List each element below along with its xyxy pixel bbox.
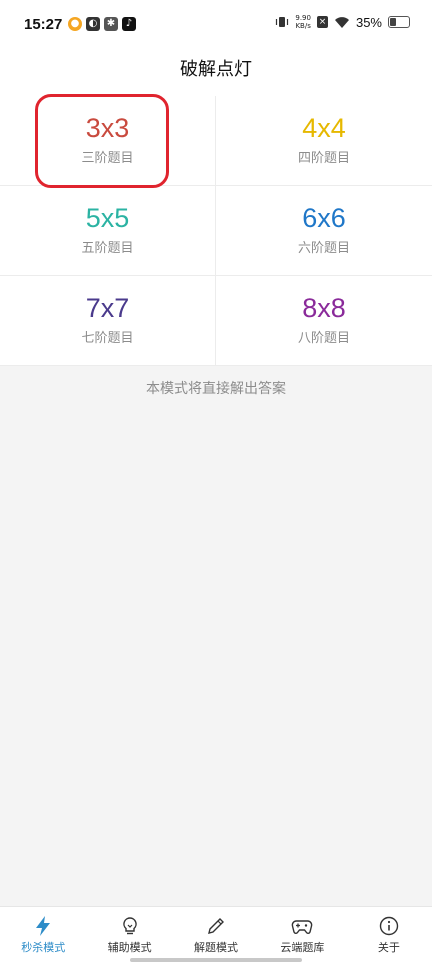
lightbulb-icon [122, 917, 137, 935]
wifi-icon [334, 16, 349, 28]
grid-item-size: 8x8 [302, 293, 346, 323]
grid-item-3x3[interactable]: 3x3 三阶题目 [0, 96, 216, 186]
grid-item-size: 4x4 [302, 113, 346, 143]
nav-item-instant-mode[interactable]: 秒杀模式 [0, 907, 86, 964]
gamepad-icon [292, 920, 313, 934]
status-time: 15:27 [24, 16, 63, 33]
page-title: 破解点灯 [180, 59, 252, 80]
info-icon [379, 916, 399, 936]
vibrate-icon [276, 17, 289, 27]
title-bar: 破解点灯 [0, 52, 432, 96]
grid-item-size: 6x6 [302, 203, 346, 233]
nav-item-cloud-library[interactable]: 云端题库 [259, 907, 345, 964]
screen: 15:27 ● ◐ ✱ ♪ 9.90 KB/s × 35% 破解点灯 3x3 三… [0, 0, 432, 964]
tiktok-notification-icon: ♪ [122, 17, 136, 31]
grid-item-size: 7x7 [85, 293, 130, 323]
no-sim-icon: × [316, 16, 328, 28]
net-speed-unit: KB/s [295, 22, 311, 30]
battery-icon [388, 16, 410, 28]
status-bar: 15:27 ● ◐ ✱ ♪ 9.90 KB/s × 35% [0, 0, 432, 52]
grid-item-label: 三阶题目 [81, 151, 134, 166]
grid-item-label: 七阶题目 [81, 331, 134, 346]
network-speed: 9.90 KB/s [295, 14, 311, 30]
lightning-icon [36, 916, 51, 936]
app-notification-icon: ◐ [86, 17, 100, 31]
grid-item-8x8[interactable]: 8x8 八阶题目 [216, 276, 432, 366]
grid-item-label: 五阶题目 [81, 241, 134, 256]
grid-item-6x6[interactable]: 6x6 六阶题目 [216, 186, 432, 276]
mode-description: 本模式将直接解出答案 [146, 381, 286, 397]
nav-label: 秒杀模式 [21, 941, 66, 954]
grid-item-label: 四阶题目 [297, 151, 350, 166]
net-speed-value: 9.90 [295, 14, 311, 22]
grid-item-4x4[interactable]: 4x4 四阶题目 [216, 96, 432, 186]
nav-item-assist-mode[interactable]: 辅助模式 [86, 907, 172, 964]
grid-item-size: 3x3 [85, 113, 130, 143]
grid-item-size: 5x5 [85, 203, 130, 233]
nav-label: 云端题库 [280, 941, 325, 954]
status-right: 9.90 KB/s × 35% [275, 14, 410, 30]
notification-icons: ● ◐ ✱ ♪ [68, 17, 136, 31]
nav-label: 关于 [377, 941, 400, 954]
nav-label: 解题模式 [194, 941, 239, 954]
grid-item-5x5[interactable]: 5x5 五阶题目 [0, 186, 216, 276]
fan-notification-icon: ✱ [104, 17, 118, 31]
battery-text: 35% [355, 14, 382, 30]
nav-item-solve-mode[interactable]: 解题模式 [173, 907, 259, 964]
battery-level-fill [390, 18, 397, 26]
grid-item-label: 六阶题目 [297, 241, 350, 256]
nav-label: 辅助模式 [107, 941, 152, 954]
pencil-icon [208, 918, 225, 934]
grid-item-label: 八阶题目 [297, 331, 350, 346]
weibo-notification-icon: ● [68, 17, 82, 31]
grid-item-7x7[interactable]: 7x7 七阶题目 [0, 276, 216, 366]
bottom-nav: 秒杀模式 辅助模式 解题模式 云端题库 关于 [0, 906, 432, 964]
nav-item-about[interactable]: 关于 [346, 907, 432, 964]
puzzle-size-grid: 3x3 三阶题目 4x4 四阶题目 5x5 五阶题目 6x6 六阶题目 7x7 … [0, 96, 432, 366]
home-indicator[interactable] [130, 958, 302, 962]
